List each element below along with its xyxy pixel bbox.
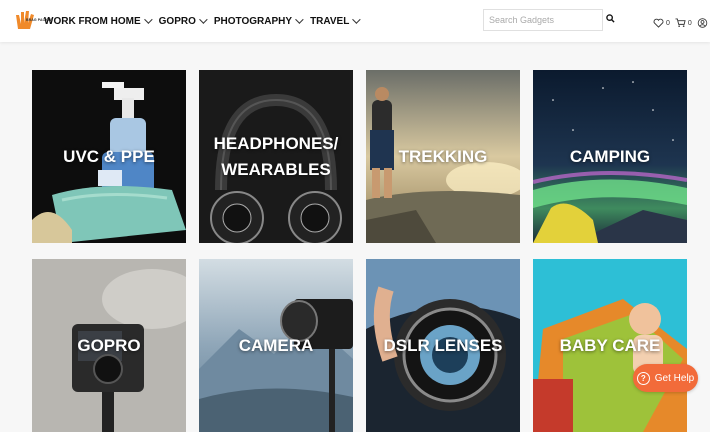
category-tile-trekking[interactable]: TREKKING: [366, 70, 520, 243]
main-nav: WORK FROM HOME GOPRO PHOTOGRAPHY TRAVEL: [44, 0, 367, 42]
user-icon[interactable]: [697, 18, 708, 28]
category-tile-camping[interactable]: CAMPING: [533, 70, 687, 243]
nav-item-travel[interactable]: TRAVEL: [310, 15, 361, 27]
get-help-label: Get Help: [654, 372, 695, 384]
category-tile-gopro[interactable]: GOPRO: [32, 259, 186, 432]
nav-item-gopro[interactable]: GOPRO: [158, 15, 208, 27]
wishlist-count: 0: [666, 19, 670, 27]
get-help-button[interactable]: ? Get Help: [633, 364, 698, 392]
category-tile-baby-care[interactable]: BABY CARE: [533, 259, 687, 432]
site-header: BRAG PACKER WORK FROM HOME GOPRO PHOTOGR…: [0, 0, 710, 42]
cart-count: 0: [687, 19, 692, 27]
chevron-down-icon: [352, 15, 361, 24]
category-label: CAMERA: [238, 335, 314, 355]
category-label: UVC & PPE: [63, 146, 155, 166]
search-icon[interactable]: [606, 14, 615, 23]
chevron-down-icon: [295, 15, 304, 24]
nav-item-work-from-home[interactable]: WORK FROM HOME: [44, 15, 153, 27]
chevron-down-icon: [143, 15, 153, 24]
cart-icon[interactable]: [675, 18, 686, 28]
category-label: TREKKING: [398, 146, 488, 166]
category-label: DSLR LENSES: [383, 335, 503, 355]
search-input[interactable]: [483, 9, 603, 31]
nav-item-label: WORK FROM HOME: [44, 15, 141, 27]
category-tile-dslr-lenses[interactable]: DSLR LENSES: [366, 259, 520, 432]
nav-item-label: GOPRO: [158, 15, 196, 27]
nav-item-label: PHOTOGRAPHY: [213, 15, 293, 27]
category-label: BABY CARE: [559, 335, 661, 355]
heart-icon[interactable]: [653, 18, 664, 28]
header-actions: 0 0: [653, 18, 708, 28]
category-label: GOPRO: [77, 335, 141, 355]
category-tile-headphones-wearables[interactable]: HEADPHONES/ WEARABLES: [199, 70, 353, 243]
nav-item-photography[interactable]: PHOTOGRAPHY: [213, 15, 304, 27]
chevron-down-icon: [199, 15, 208, 24]
question-icon: ?: [636, 371, 650, 385]
nav-item-label: TRAVEL: [310, 15, 350, 27]
category-label: HEADPHONES/ WEARABLES: [213, 133, 339, 179]
category-tile-uvc-ppe[interactable]: UVC & PPE: [32, 70, 186, 243]
category-tile-camera[interactable]: CAMERA: [199, 259, 353, 432]
category-label: CAMPING: [569, 146, 651, 166]
